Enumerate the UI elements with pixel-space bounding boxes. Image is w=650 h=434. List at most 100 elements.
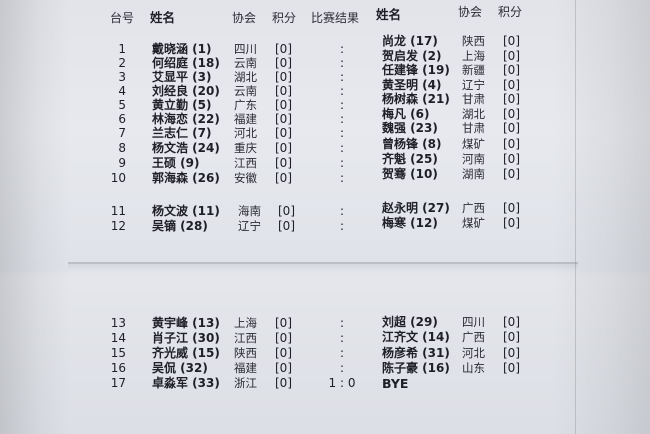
row-board-number: 6 (118, 112, 126, 126)
row-result: : (339, 126, 345, 140)
row-opponent-name: 任建锋 (19) (382, 63, 450, 77)
row-board-number: 7 (118, 126, 126, 140)
row-opponent-assoc: 甘肃 (462, 92, 485, 106)
row-player-assoc: 辽宁 (238, 219, 261, 233)
row-player-name: 吴侃 (32) (152, 361, 208, 375)
row-opponent-name: 魏强 (23) (382, 121, 438, 135)
row-player-points: [0] (275, 361, 292, 375)
row-board-number: 10 (110, 171, 126, 185)
row-opponent-points: [0] (503, 330, 520, 344)
row-board-number: 9 (118, 156, 126, 170)
row-opponent-points: [0] (503, 78, 520, 92)
row-player-assoc: 陕西 (234, 346, 257, 360)
row-result: : (339, 204, 345, 218)
row-board-number: 11 (110, 204, 126, 218)
row-board-number: 15 (110, 346, 126, 360)
row-opponent-points: [0] (503, 167, 520, 181)
row-result: : (339, 316, 345, 330)
row-player-assoc: 浙江 (234, 376, 257, 390)
row-player-assoc: 福建 (234, 112, 257, 126)
row-result: 1 : 0 (328, 376, 356, 390)
row-player-points: [0] (275, 84, 292, 98)
row-player-name: 何绍庭 (18) (152, 56, 220, 70)
row-board-number: 13 (110, 316, 126, 330)
row-opponent-name: 黄圣明 (4) (382, 78, 442, 92)
row-opponent-assoc: 新疆 (462, 63, 485, 77)
row-opponent-points: [0] (503, 107, 520, 121)
row-player-name: 兰志仁 (7) (152, 126, 212, 140)
row-board-number: 12 (110, 219, 126, 233)
row-player-assoc: 湖北 (234, 70, 257, 84)
row-opponent-points: [0] (503, 152, 520, 166)
row-player-name: 王硕 (9) (152, 156, 200, 170)
row-opponent-points: [0] (503, 137, 520, 151)
paper-shadow-right (552, 0, 650, 434)
row-opponent-assoc: 甘肃 (462, 121, 485, 135)
row-player-name: 郭海森 (26) (152, 171, 220, 185)
header-points: 积分 (272, 11, 297, 25)
row-player-assoc: 江西 (234, 331, 257, 345)
header-assoc-2: 协会 (458, 5, 483, 19)
page-edge (575, 0, 576, 434)
row-player-name: 肖子江 (30) (152, 331, 220, 345)
row-board-number: 1 (118, 42, 126, 56)
row-opponent-name: 梅凡 (6) (382, 107, 430, 121)
row-opponent-assoc: 广西 (462, 201, 485, 215)
row-result: : (339, 361, 345, 375)
row-player-assoc: 重庆 (234, 141, 257, 155)
row-result: : (339, 112, 345, 126)
row-board-number: 2 (118, 56, 126, 70)
row-player-assoc: 上海 (234, 316, 257, 330)
row-player-points: [0] (275, 56, 292, 70)
row-player-assoc: 云南 (234, 56, 257, 70)
row-opponent-assoc: 上海 (462, 49, 485, 63)
row-player-name: 黄立勤 (5) (152, 98, 212, 112)
row-opponent-name: 江齐文 (14) (382, 330, 450, 344)
row-result: : (339, 219, 345, 233)
row-opponent-points: [0] (503, 315, 520, 329)
row-player-assoc: 海南 (238, 204, 261, 218)
row-player-name: 刘经良 (20) (152, 84, 220, 98)
row-player-points: [0] (275, 98, 292, 112)
row-opponent-assoc: 陕西 (462, 34, 485, 48)
row-opponent-name: 贺启发 (2) (382, 49, 442, 63)
row-player-assoc: 广东 (234, 98, 257, 112)
row-player-name: 齐光威 (15) (152, 346, 220, 360)
row-opponent-points: [0] (503, 34, 520, 48)
row-player-assoc: 河北 (234, 126, 257, 140)
row-player-points: [0] (275, 42, 292, 56)
row-player-points: [0] (275, 112, 292, 126)
row-player-name: 林海恋 (22) (152, 112, 220, 126)
row-result: : (339, 98, 345, 112)
row-opponent-points: [0] (503, 201, 520, 215)
row-opponent-name: 杨彦希 (31) (382, 346, 450, 360)
row-opponent-name: 贺骞 (10) (382, 167, 438, 181)
row-opponent-name: 刘超 (29) (382, 315, 438, 329)
row-player-assoc: 云南 (234, 84, 257, 98)
row-result: : (339, 42, 345, 56)
paper-shadow-left (0, 0, 70, 434)
row-opponent-name: 赵永明 (27) (382, 201, 450, 215)
row-opponent-points: [0] (503, 361, 520, 375)
row-opponent-assoc: 湖北 (462, 107, 485, 121)
row-opponent-points: [0] (503, 92, 520, 106)
row-opponent-name: 尚龙 (17) (382, 34, 438, 48)
row-player-points: [0] (275, 376, 292, 390)
row-result: : (339, 84, 345, 98)
pairing-sheet: 台号 姓名 协会 积分 比赛结果 姓名 协会 积分 1 戴晓涵 (1) 四川 [0]:… (0, 0, 650, 434)
row-player-points: [0] (275, 331, 292, 345)
row-result: : (339, 171, 345, 185)
header-name-2: 姓名 (376, 7, 402, 22)
row-player-points: [0] (278, 204, 295, 218)
row-player-name: 杨文浩 (24) (152, 141, 220, 155)
row-result: : (339, 331, 345, 345)
row-player-points: [0] (275, 156, 292, 170)
row-result: : (339, 70, 345, 84)
row-result: : (339, 156, 345, 170)
row-board-number: 17 (110, 376, 126, 390)
header-assoc: 协会 (232, 11, 257, 25)
row-player-assoc: 安徽 (234, 171, 257, 185)
row-player-points: [0] (275, 70, 292, 84)
header-board: 台号 (110, 11, 135, 25)
row-player-name: 戴晓涵 (1) (152, 42, 212, 56)
